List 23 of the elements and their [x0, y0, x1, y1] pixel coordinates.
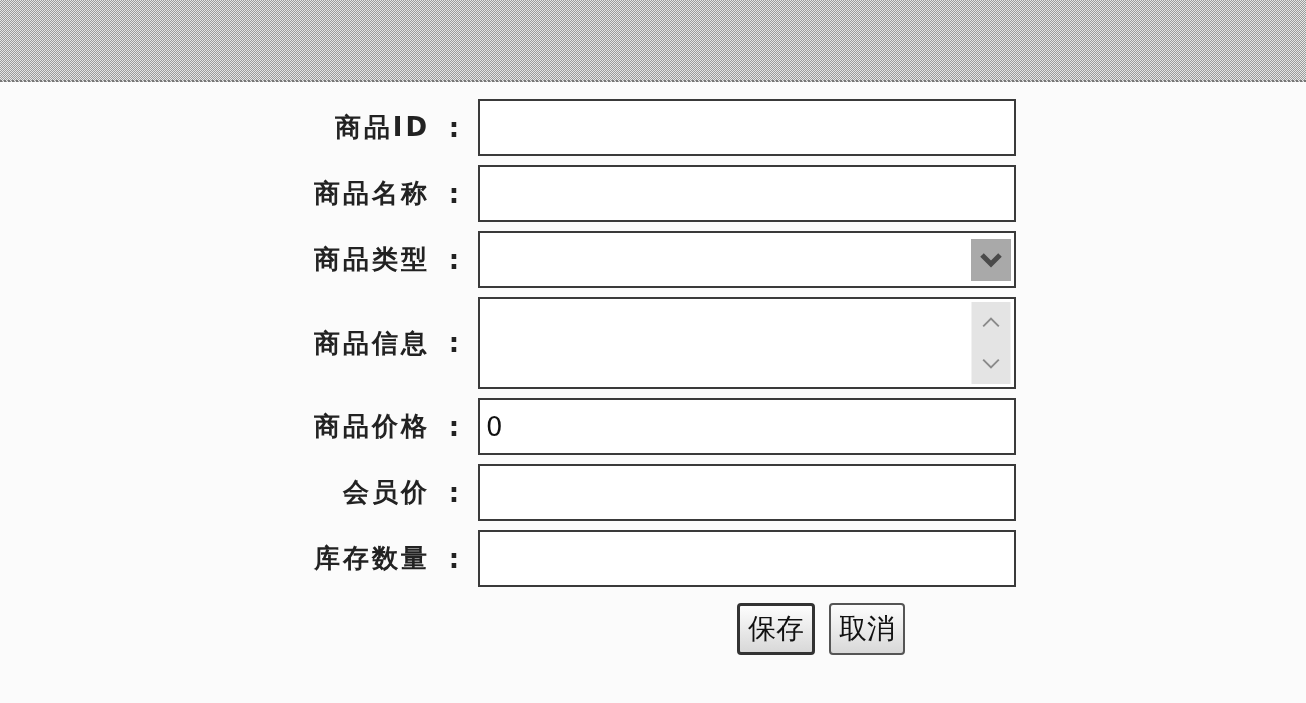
field-label: 商品信息 [314, 326, 430, 360]
select-field[interactable] [478, 231, 1016, 288]
label-colon: : [448, 112, 460, 143]
input-field[interactable] [478, 99, 1016, 156]
input-field[interactable] [478, 530, 1016, 587]
label-colon: : [448, 543, 460, 574]
save-button[interactable]: 保存 [737, 603, 815, 655]
field-label: 商品类型 [314, 243, 430, 276]
label-colon: : [448, 411, 460, 442]
label-colon: : [448, 477, 460, 508]
field-label: 商品ID [334, 111, 430, 144]
label-colon: : [448, 178, 460, 209]
label-colon: : [448, 244, 460, 275]
field-label: 商品价格 [314, 410, 430, 443]
input-field[interactable]: 0 [478, 398, 1016, 455]
input-field[interactable] [478, 165, 1016, 222]
cancel-button[interactable]: 取消 [829, 603, 905, 655]
field-label: 商品名称 [314, 177, 430, 210]
field-label: 会员价 [343, 476, 430, 509]
input-field[interactable] [478, 464, 1016, 521]
field-label: 库存数量 [314, 542, 430, 575]
chevron-down-icon[interactable] [971, 238, 1011, 281]
label-colon: : [448, 328, 460, 358]
